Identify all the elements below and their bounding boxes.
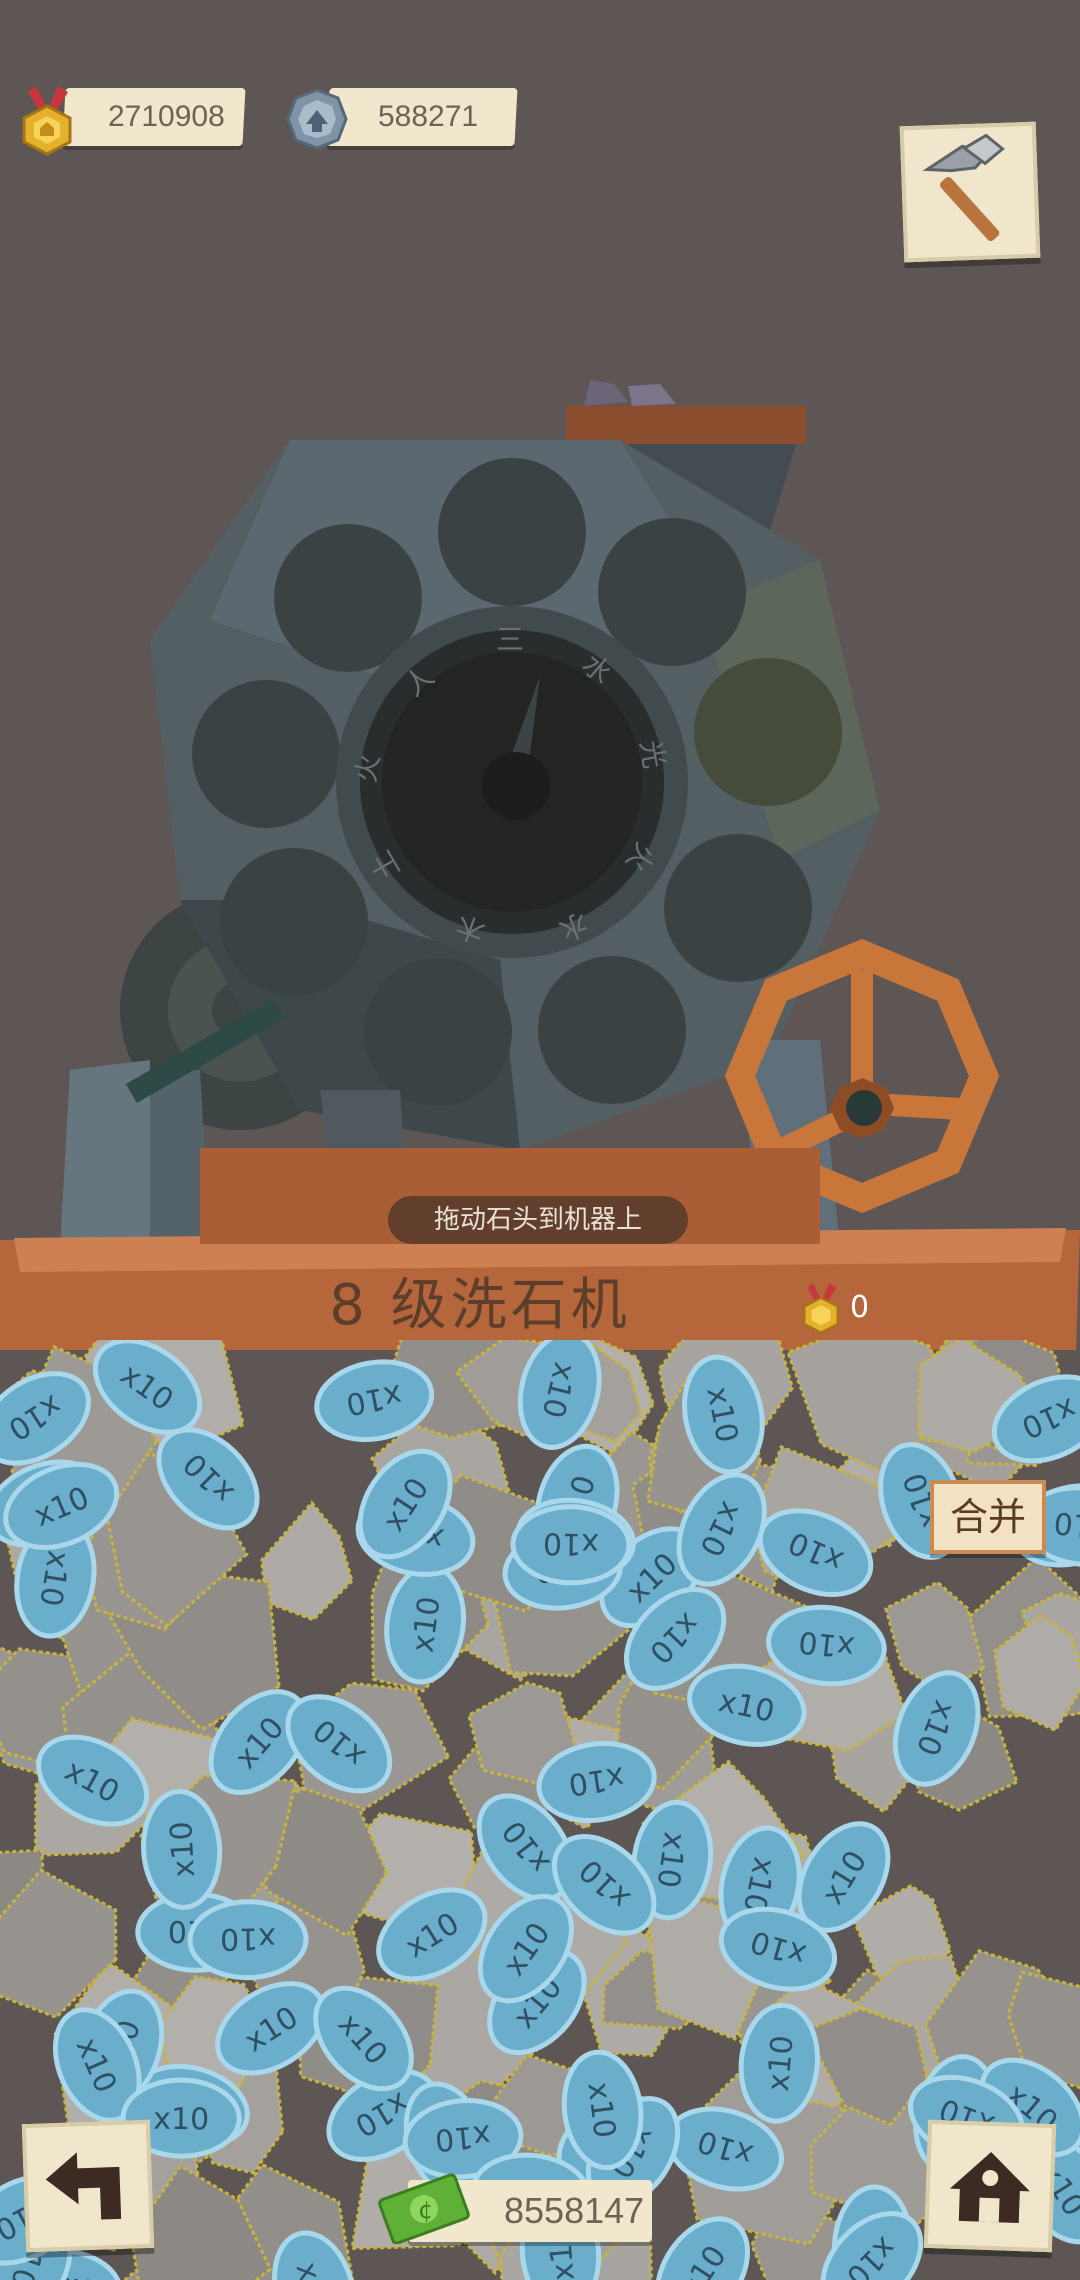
grey-stone <box>260 1500 354 1622</box>
svg-text:x10: x10 <box>153 2102 209 2138</box>
stone-coin-icon <box>286 88 348 150</box>
drag-hint: 拖动石头到机器上 <box>388 1196 688 1244</box>
svg-text:x10: x10 <box>406 1594 448 1654</box>
reward-count: 0 <box>850 1290 870 1325</box>
svg-text:¢: ¢ <box>418 2196 433 2224</box>
stone-count: 588271 <box>378 100 479 133</box>
svg-text:x10: x10 <box>797 1624 856 1665</box>
medal-counter: 2710908 <box>62 88 246 146</box>
blue-stone-x10: x10 <box>187 1899 309 1981</box>
medal-icon <box>803 1283 839 1334</box>
machine-level-title: 8 级洗石机 <box>329 1273 631 1338</box>
stone-pile[interactable]: x10x10x10x10x10x10x10x10x10x10x10x10x10x… <box>0 1340 1080 2280</box>
pickaxe-button[interactable] <box>899 121 1041 263</box>
undo-arrow-icon <box>45 2152 122 2220</box>
svg-text:x10: x10 <box>220 1920 276 1956</box>
svg-text:x10: x10 <box>543 1525 599 1561</box>
svg-text:x10: x10 <box>433 2117 492 2157</box>
dial-symbol: 三 <box>496 623 525 656</box>
home-button[interactable] <box>923 2119 1057 2253</box>
svg-text:x10: x10 <box>164 1820 202 1878</box>
medal-icon <box>22 86 72 156</box>
cash-icon: ¢ <box>378 2173 470 2244</box>
svg-text:x10: x10 <box>761 2034 801 2093</box>
house-icon <box>949 2152 1030 2224</box>
cash-count: 8558147 <box>504 2190 645 2231</box>
svg-text:x10: x10 <box>580 2080 622 2140</box>
pickaxe-icon <box>922 133 1005 242</box>
back-button[interactable] <box>21 2119 155 2253</box>
stone-counter: 588271 <box>326 88 518 146</box>
blue-stone-x10: x10 <box>510 1504 632 1586</box>
machine-reward: 0 <box>800 1280 920 1336</box>
svg-text:x10: x10 <box>1052 1504 1080 1544</box>
medal-count: 2710908 <box>108 100 225 133</box>
merge-button[interactable]: 合并 <box>930 1480 1046 1554</box>
